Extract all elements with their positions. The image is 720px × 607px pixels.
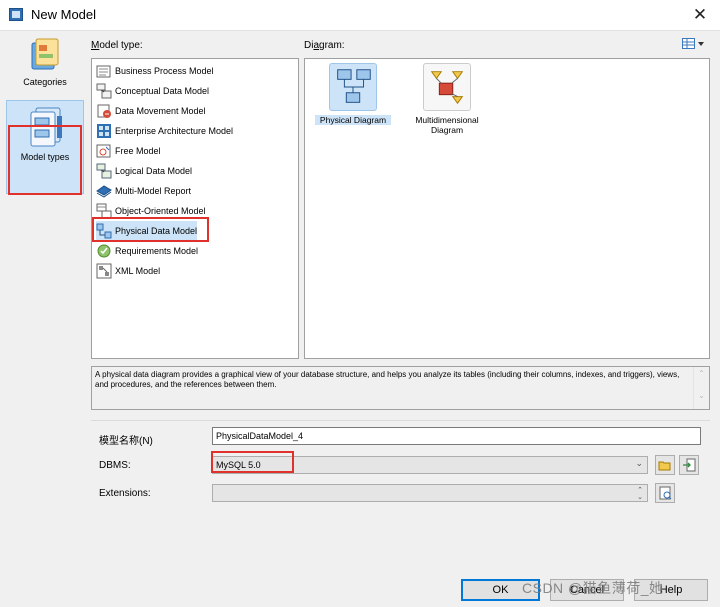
diagram-card-multidimensional[interactable]: Multidimensional Diagram [409,63,485,135]
highlight-physical-data-model [92,217,209,242]
list-item-multi-model-report[interactable]: Multi-Model Report [96,181,191,200]
highlight-dbms [211,451,294,473]
diagram-label-physical: Physical Diagram [315,115,391,125]
scroll-up-icon[interactable]: ⌃ [694,369,709,379]
close-button[interactable]: ✕ [680,0,720,31]
diagram-label-multidimensional-line2: Diagram [430,125,464,135]
title-bar: New Model ✕ [0,0,720,31]
extensions-label: Extensions: [99,488,151,499]
form-panel: 模型名称(N) PhysicalDataModel_4 DBMS: MySQL … [91,420,710,514]
chevron-down-icon: ⌄ [635,458,643,468]
conceptual-data-icon [96,83,112,98]
multidimensional-diagram-icon [423,63,471,111]
list-item-free-model[interactable]: Free Model [96,141,161,160]
import-dbms-button[interactable] [679,455,699,475]
diagram-label-multidimensional-line1: Multidimensional [415,115,479,125]
xml-icon [96,263,112,278]
import-icon [683,458,696,472]
list-item-data-movement[interactable]: Data Movement Model [96,101,206,120]
scroll-down-icon[interactable]: ⌄ [694,391,709,401]
enterprise-architecture-icon [97,123,111,138]
spin-icon[interactable]: ⌃ ⌄ [637,487,643,501]
diagram-card-physical[interactable]: Physical Diagram [315,63,391,125]
list-item-logical-data[interactable]: Logical Data Model [96,161,192,180]
diagram-list[interactable]: Physical Diagram Multidimensional Diagra… [304,58,710,359]
model-name-label: 模型名称(N) [99,436,153,447]
free-model-icon [96,144,111,157]
description-text: A physical data diagram provides a graph… [95,370,680,389]
list-item-enterprise-architecture[interactable]: Enterprise Architecture Model [96,121,233,140]
logical-data-icon [96,163,112,178]
list-item-conceptual-data[interactable]: Conceptual Data Model [96,81,209,100]
model-name-input[interactable]: PhysicalDataModel_4 [212,427,701,445]
highlight-model-types [8,125,82,195]
rail-label-categories: Categories [23,77,67,87]
extensions-field[interactable]: ⌃ ⌄ [212,484,648,502]
list-view-icon [682,38,704,49]
data-movement-icon [97,104,111,118]
list-item-xml-model[interactable]: XML Model [96,261,160,280]
model-type-list[interactable]: Business Process Model Conceptual Data M… [91,58,299,359]
model-type-label: Model type: [91,40,143,51]
rail-item-categories[interactable]: Categories [6,34,84,96]
watermark: CSDN @猫鱼薄荷_她 [522,580,664,596]
report-icon [96,184,112,198]
business-process-icon [96,65,111,77]
window-title: New Model [31,7,97,22]
view-mode-toggle[interactable] [682,38,708,50]
folder-open-icon [658,461,671,471]
dbms-label: DBMS: [99,460,131,471]
app-icon [9,8,23,21]
list-item-requirements[interactable]: Requirements Model [96,241,198,260]
description-scrollbar[interactable]: ⌃ ⌄ [693,367,709,409]
folder-icon [31,38,59,70]
list-item-business-process[interactable]: Business Process Model [96,61,214,80]
requirements-icon [97,244,111,257]
physical-diagram-icon [329,63,377,111]
browse-dbms-button[interactable] [655,455,675,475]
diagram-label: Diagram: [304,40,345,51]
description-box: A physical data diagram provides a graph… [91,366,710,410]
properties-icon [659,486,672,500]
extensions-properties-button[interactable] [655,483,675,503]
